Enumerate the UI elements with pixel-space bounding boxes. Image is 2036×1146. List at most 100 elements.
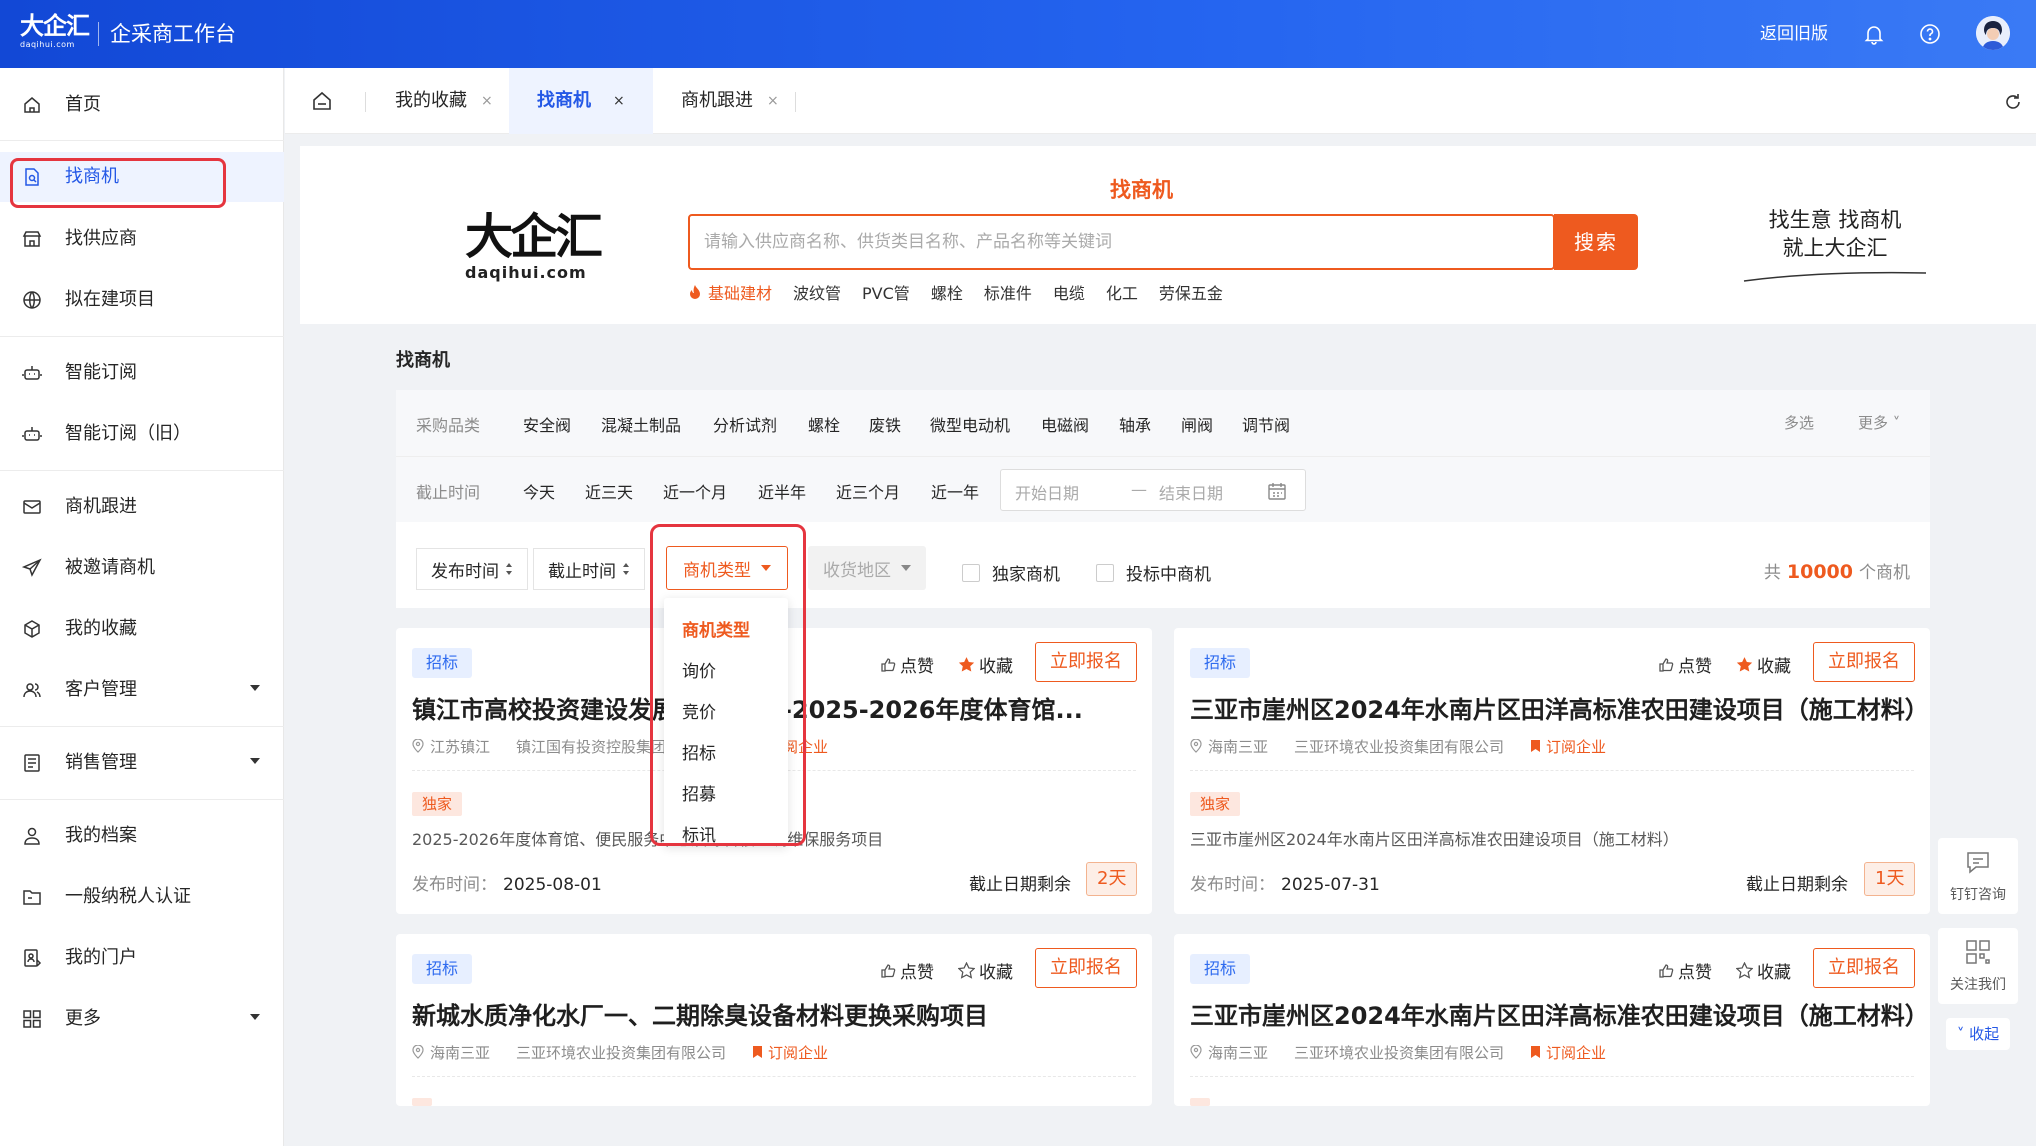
sidebar-item-favorites[interactable]: 我的收藏	[0, 604, 284, 654]
subscribe-company-link[interactable]: 订阅企业	[1530, 736, 1606, 757]
opportunity-card[interactable]: 招标 点赞 收藏 立即报名 三亚市崖州区2024年水南片区田洋高标准农田建设项目…	[1174, 628, 1930, 914]
bell-icon[interactable]	[1862, 22, 1886, 46]
start-date-input[interactable]: 开始日期	[1015, 480, 1079, 504]
like-button[interactable]: 点赞	[1658, 958, 1712, 983]
sidebar-item-smart-subscribe[interactable]: 智能订阅	[0, 348, 284, 398]
opportunity-card[interactable]: 招标 点赞 收藏 立即报名 三亚市崖州区2024年水南片区田洋高标准农田建设项目…	[1174, 934, 1930, 1106]
opportunity-card[interactable]: 招标 点赞 收藏 立即报名 新城水质净化水厂一、二期除臭设备材料更换采购项目 海…	[396, 934, 1152, 1106]
category-option[interactable]: 调节阀	[1242, 412, 1290, 436]
card-title[interactable]: 新城水质净化水厂一、二期除臭设备材料更换采购项目	[412, 1000, 988, 1032]
hot-word[interactable]: 电缆	[1053, 280, 1085, 304]
user-avatar[interactable]	[1976, 16, 2010, 50]
hot-word[interactable]: 螺栓	[931, 280, 963, 304]
sidebar-item-planned-projects[interactable]: 拟在建项目	[0, 275, 284, 325]
bidding-checkbox[interactable]: 投标中商机	[1096, 560, 1211, 585]
like-button[interactable]: 点赞	[1658, 652, 1712, 677]
sort-publish-time-button[interactable]: 发布时间	[416, 548, 528, 590]
deadline-option[interactable]: 近一年	[931, 479, 979, 503]
hot-word[interactable]: 标准件	[984, 280, 1032, 304]
sidebar-item-customers[interactable]: 客户管理	[0, 665, 284, 715]
checkbox-box[interactable]	[1096, 563, 1114, 582]
close-icon[interactable]: ×	[613, 93, 625, 109]
sidebar-item-home[interactable]: 首页	[0, 80, 284, 130]
close-icon[interactable]: ×	[481, 93, 493, 109]
like-button[interactable]: 点赞	[880, 652, 934, 677]
dingtalk-consult-button[interactable]: 钉钉咨询	[1938, 838, 2018, 914]
sidebar-item-invited[interactable]: 被邀请商机	[0, 543, 284, 593]
hot-word[interactable]: 波纹管	[793, 280, 841, 304]
calendar-icon	[1268, 483, 1286, 500]
category-option[interactable]: 安全阀	[523, 412, 571, 436]
favorite-button[interactable]: 收藏	[958, 652, 1013, 677]
company-name[interactable]: 三亚环境农业投资集团有限公司	[1294, 736, 1504, 757]
sidebar-item-smart-subscribe-old[interactable]: 智能订阅（旧）	[0, 409, 284, 459]
sidebar-item-more[interactable]: 更多	[0, 994, 284, 1044]
apply-now-button[interactable]: 立即报名	[1035, 642, 1137, 682]
sidebar-item-find-supplier[interactable]: 找供应商	[0, 214, 284, 264]
close-icon[interactable]: ×	[767, 93, 779, 109]
logo-subtext: daqihui.com	[20, 40, 75, 49]
company-name[interactable]: 三亚环境农业投资集团有限公司	[516, 1042, 726, 1063]
favorite-button[interactable]: 收藏	[958, 958, 1013, 983]
apply-now-button[interactable]: 立即报名	[1035, 948, 1137, 988]
tab-favorites[interactable]: 我的收藏 ×	[395, 68, 493, 134]
collapse-button[interactable]: ˅ 收起	[1946, 1018, 2010, 1050]
exclusive-checkbox[interactable]: 独家商机	[962, 560, 1060, 585]
search-input[interactable]	[704, 228, 1344, 256]
company-name[interactable]: 三亚环境农业投资集团有限公司	[1294, 1042, 1504, 1063]
back-old-version-link[interactable]: 返回旧版	[1760, 22, 1828, 46]
sidebar-item-taxpayer[interactable]: 一般纳税人认证	[0, 872, 284, 922]
logo[interactable]: 大企汇 daqihui.com	[20, 12, 90, 56]
apply-now-button[interactable]: 立即报名	[1813, 642, 1915, 682]
tab-find-opportunity[interactable]: 找商机 ×	[509, 68, 653, 134]
sidebar-item-follow-up[interactable]: 商机跟进	[0, 482, 284, 532]
category-option[interactable]: 混凝土制品	[601, 412, 681, 436]
refresh-icon[interactable]	[2003, 92, 2023, 112]
favorite-button[interactable]: 收藏	[1736, 958, 1791, 983]
category-option[interactable]: 螺栓	[808, 412, 840, 436]
more-link[interactable]: 更多 ˅	[1858, 412, 1900, 433]
subscribe-company-link[interactable]: 订阅企业	[1530, 1042, 1606, 1063]
multi-select-link[interactable]: 多选	[1784, 412, 1814, 433]
sort-deadline-button[interactable]: 截止时间	[533, 548, 645, 590]
category-option[interactable]: 闸阀	[1181, 412, 1213, 436]
search-button[interactable]: 搜索	[1554, 214, 1638, 270]
hot-word[interactable]: 劳保五金	[1159, 280, 1223, 304]
apply-now-button[interactable]: 立即报名	[1813, 948, 1915, 988]
deadline-option[interactable]: 今天	[523, 479, 555, 503]
follow-us-button[interactable]: 关注我们	[1938, 928, 2018, 1004]
date-range-picker[interactable]: 开始日期 — 结束日期	[1000, 469, 1306, 511]
card-title[interactable]: 三亚市崖州区2024年水南片区田洋高标准农田建设项目（施工材料）	[1190, 694, 1929, 726]
category-option[interactable]: 分析试剂	[713, 412, 777, 436]
deadline-option[interactable]: 近半年	[758, 479, 806, 503]
deadline-option[interactable]: 近三个月	[836, 479, 900, 503]
category-option[interactable]: 废铁	[869, 412, 901, 436]
home-tab-icon[interactable]	[311, 90, 333, 112]
card-title[interactable]: 三亚市崖州区2024年水南片区田洋高标准农田建设项目（施工材料）	[1190, 1000, 1929, 1032]
end-date-input[interactable]: 结束日期	[1159, 480, 1223, 504]
deadline-option[interactable]: 近一个月	[663, 479, 727, 503]
category-option[interactable]: 电磁阀	[1041, 412, 1089, 436]
days-remaining-badge: 2天	[1086, 862, 1138, 896]
deadline-remaining-label: 截止日期剩余	[1746, 875, 1848, 895]
bookmark-icon	[1531, 740, 1541, 752]
help-icon[interactable]	[1918, 22, 1942, 46]
deadline-option[interactable]: 近三天	[585, 479, 633, 503]
store-icon	[22, 231, 42, 247]
tab-follow-up[interactable]: 商机跟进 ×	[681, 68, 779, 134]
sidebar-item-profile[interactable]: 我的档案	[0, 811, 284, 861]
sidebar-item-portal[interactable]: 我的门户	[0, 933, 284, 983]
category-option[interactable]: 微型电动机	[930, 412, 1010, 436]
like-button[interactable]: 点赞	[880, 958, 934, 983]
region-select[interactable]: 收货地区	[808, 546, 926, 590]
home-icon	[24, 97, 40, 113]
hot-word[interactable]: 化工	[1106, 280, 1138, 304]
sidebar-item-sales[interactable]: 销售管理	[0, 738, 284, 788]
hot-word[interactable]: 基础建材	[708, 280, 772, 304]
user-icon	[24, 827, 40, 845]
favorite-button[interactable]: 收藏	[1736, 652, 1791, 677]
subscribe-company-link[interactable]: 订阅企业	[752, 1042, 828, 1063]
hot-word[interactable]: PVC管	[862, 280, 910, 304]
checkbox-box[interactable]	[962, 563, 980, 582]
category-option[interactable]: 轴承	[1119, 412, 1151, 436]
